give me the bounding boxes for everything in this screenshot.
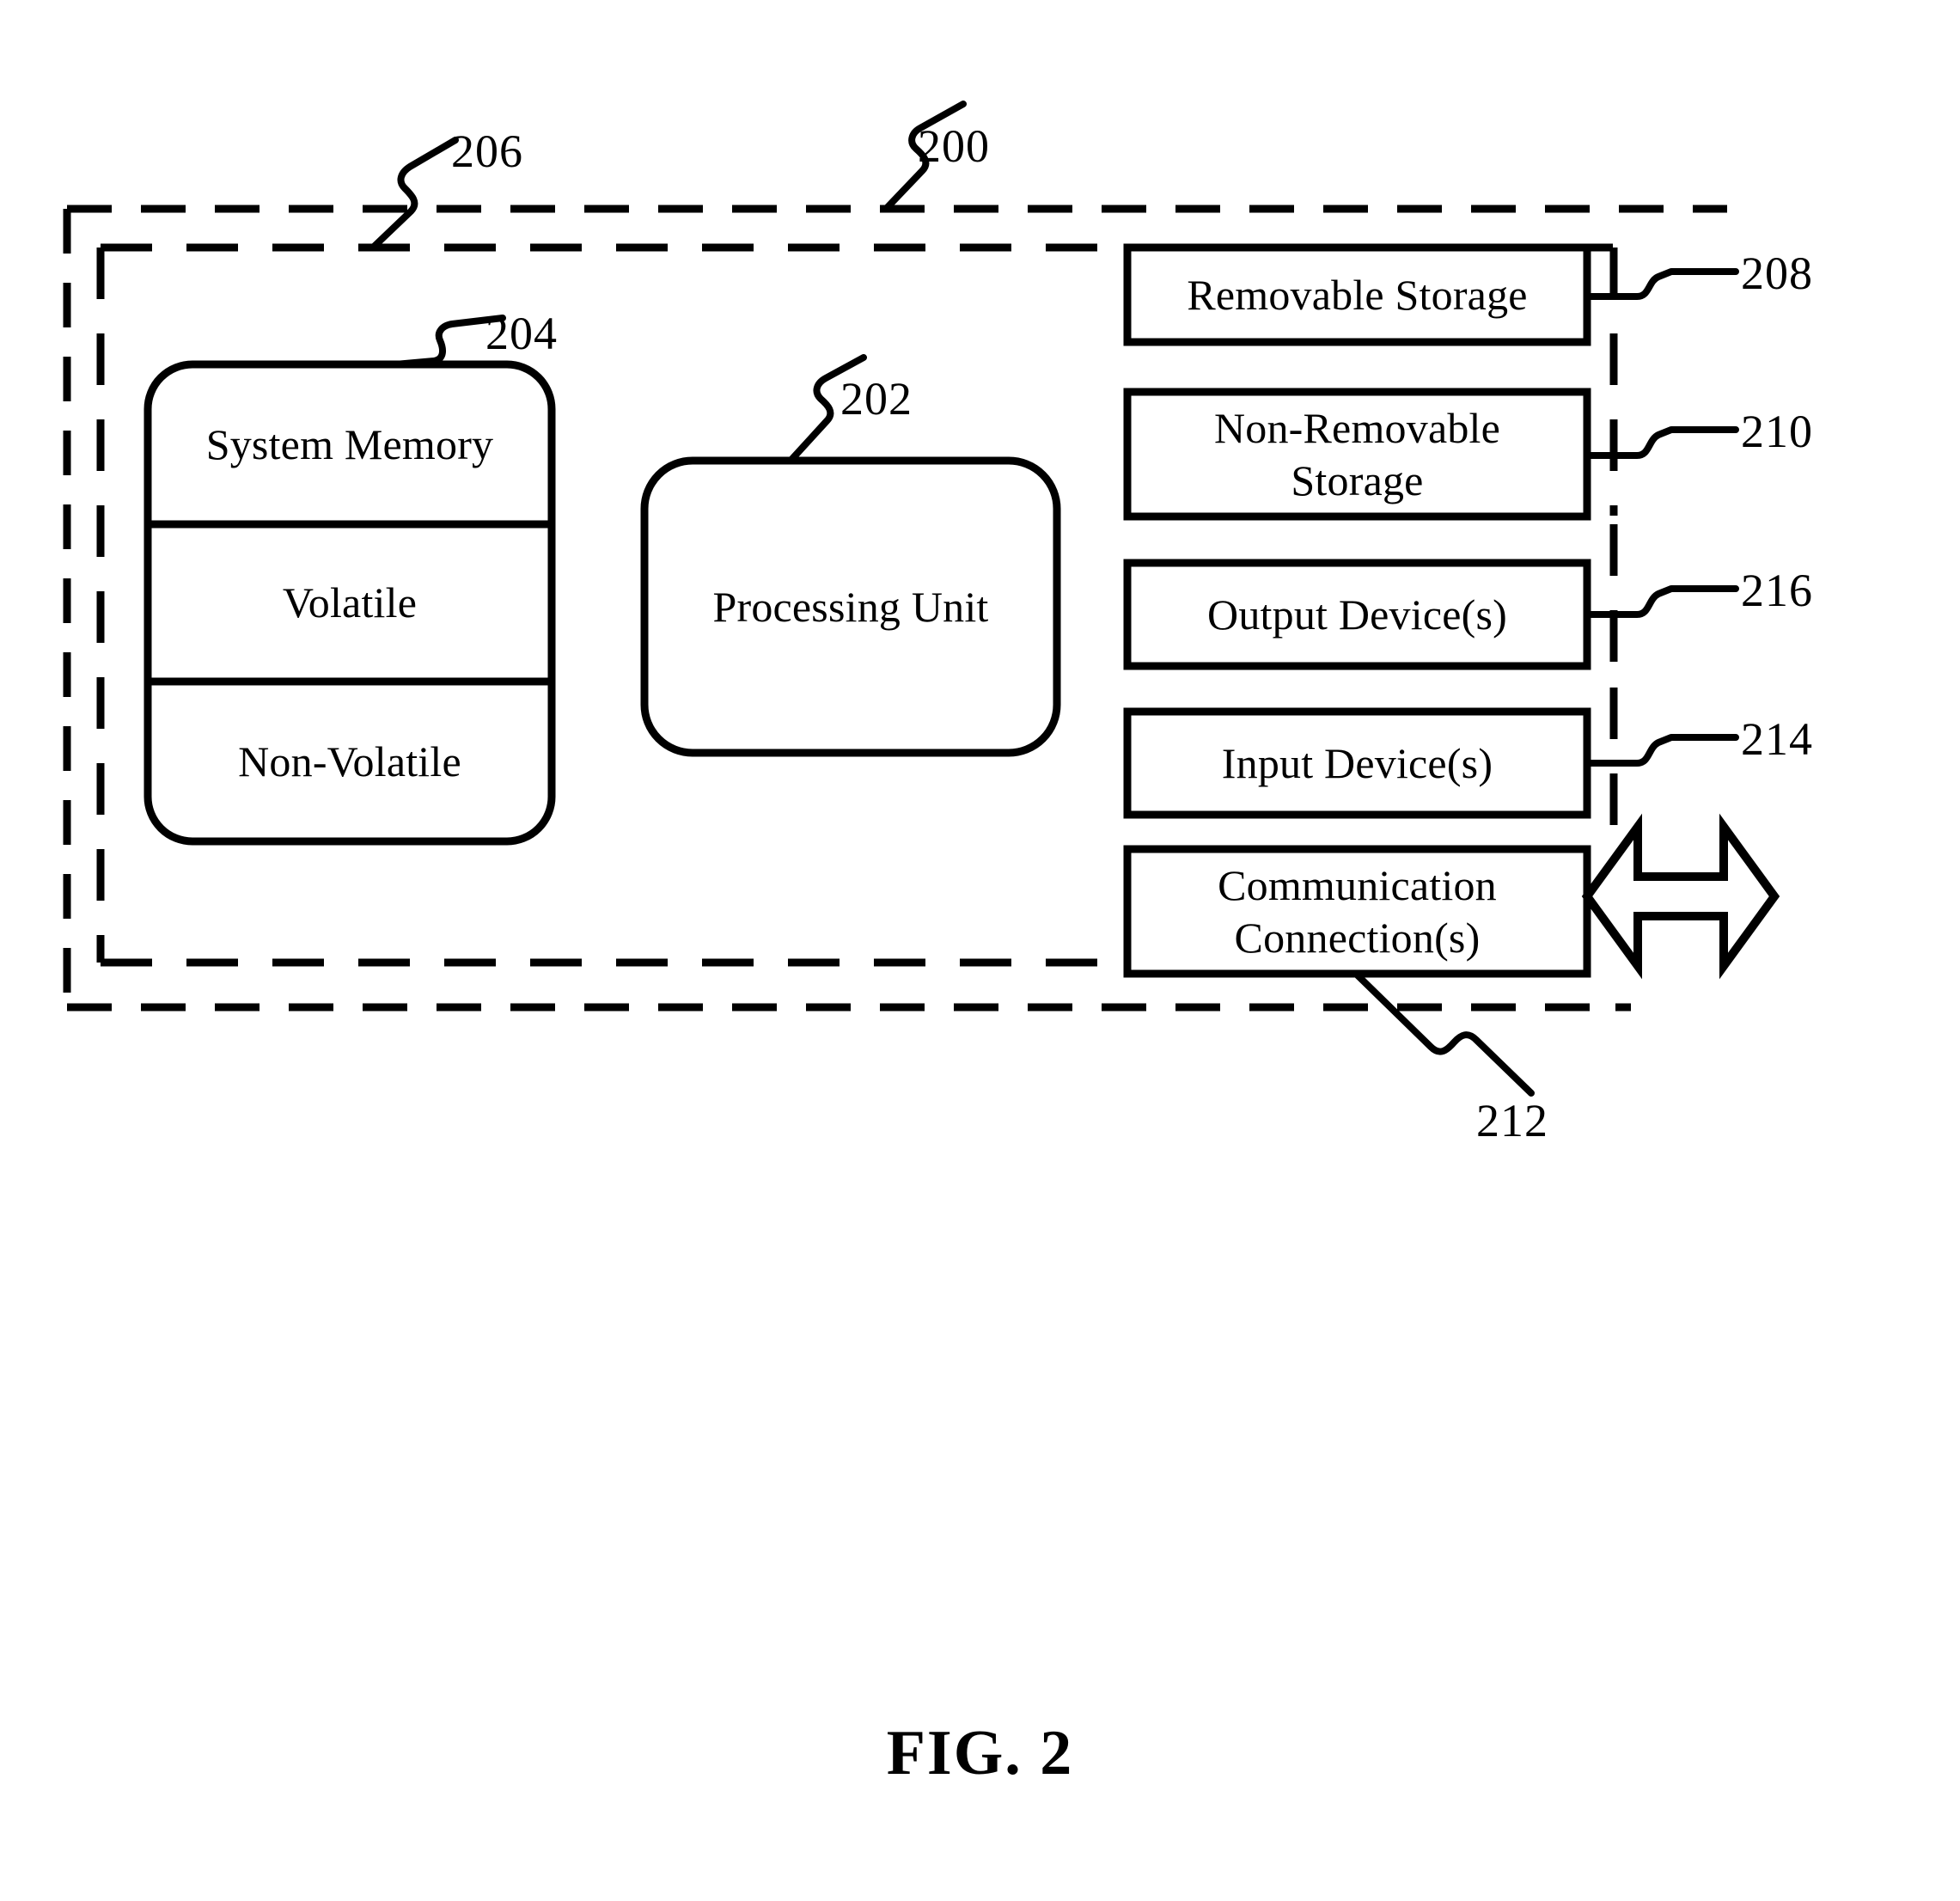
double-headed-arrow-icon [1581, 813, 1780, 980]
non-removable-storage-label: Non-Removable Storage [1213, 403, 1501, 504]
removable-storage-label: Removable Storage [1187, 270, 1528, 319]
leader-line-206 [369, 137, 459, 251]
output-devices-label: Output Device(s) [1207, 590, 1507, 639]
non-volatile-memory-label: Non-Volatile [238, 737, 461, 785]
figure-caption: FIG. 2 [886, 1718, 1074, 1788]
ref-numeral-214: 214 [1741, 713, 1813, 765]
volatile-memory-label: Volatile [282, 578, 418, 627]
ref-numeral-200: 200 [918, 120, 990, 172]
ref-numeral-204: 204 [485, 308, 558, 359]
ref-numeral-202: 202 [840, 373, 913, 425]
processing-unit-label: Processing Unit [712, 582, 989, 631]
leader-lines-right [1584, 268, 1739, 767]
ref-numeral-208: 208 [1741, 248, 1813, 299]
system-memory-label: System Memory [205, 419, 494, 468]
patent-figure: System Memory Volatile Non-Volatile Proc… [0, 0, 1960, 1901]
ref-numeral-212: 212 [1476, 1095, 1548, 1146]
ref-numeral-206: 206 [451, 125, 523, 177]
communication-connections-label: Communication Connection(s) [1218, 860, 1497, 962]
leader-line-212 [1354, 972, 1535, 1097]
ref-numeral-216: 216 [1741, 565, 1813, 616]
figure-vector-layer [63, 101, 1780, 1097]
input-devices-label: Input Device(s) [1221, 738, 1493, 787]
ref-numeral-210: 210 [1741, 406, 1813, 457]
